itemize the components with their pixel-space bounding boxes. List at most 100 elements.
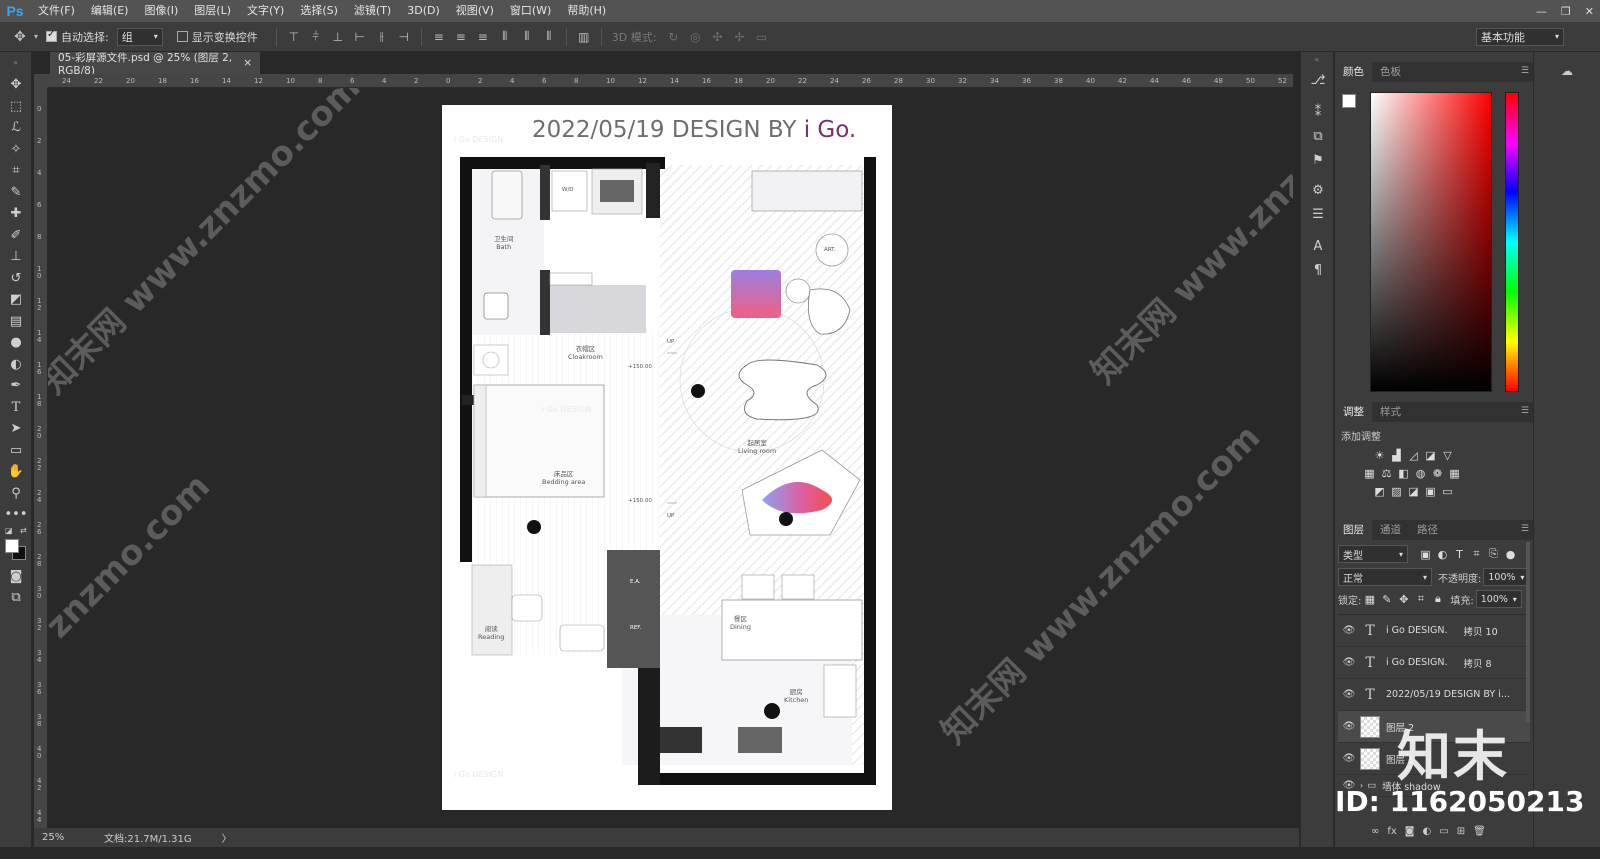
layer-row-group[interactable]: 👁︎ › ▭ 墙体 shadow: [1338, 775, 1530, 797]
move-tool-icon[interactable]: ✥: [6, 29, 34, 45]
filter-pixel-icon[interactable]: ▣: [1418, 548, 1433, 561]
slide-3d-icon[interactable]: ✢: [728, 30, 750, 44]
paragraph-panel-icon[interactable]: ¶: [1301, 258, 1335, 282]
layer-row[interactable]: 👁︎ T i Go DESIGN. 拷贝 8: [1338, 647, 1530, 679]
marquee-tool-icon[interactable]: ⬚: [0, 96, 32, 118]
visibility-eye-icon[interactable]: 👁︎: [1338, 689, 1360, 700]
history-brush-icon[interactable]: ↺: [0, 268, 32, 290]
more-tools-icon[interactable]: •••: [0, 504, 32, 526]
exposure-icon[interactable]: ◪: [1423, 449, 1438, 462]
menu-window[interactable]: 窗口(W): [502, 0, 559, 22]
lock-artboard-icon[interactable]: ⌗: [1413, 592, 1428, 606]
workspace-dropdown[interactable]: 基本功能 ▾: [1476, 27, 1564, 46]
chevron-right-icon[interactable]: ›: [1360, 781, 1363, 790]
layer-filter-dropdown[interactable]: 类型 ▾: [1338, 545, 1408, 563]
crop-tool-icon[interactable]: ⌗: [0, 160, 32, 182]
menu-select[interactable]: 选择(S): [292, 0, 346, 22]
visibility-eye-icon[interactable]: 👁︎: [1338, 753, 1360, 764]
eyedropper-icon[interactable]: ✎: [0, 182, 32, 204]
stamp-tool-icon[interactable]: ⊥: [0, 246, 32, 268]
zoom-level[interactable]: 25%: [34, 832, 94, 843]
tab-color[interactable]: 颜色: [1335, 62, 1372, 82]
magic-wand-icon[interactable]: ✧: [0, 139, 32, 161]
show-transform-checkbox[interactable]: [176, 31, 188, 42]
delete-layer-icon[interactable]: 🗑︎: [1473, 826, 1486, 837]
roll-3d-icon[interactable]: ◎: [684, 30, 706, 44]
auto-select-dropdown[interactable]: 组 ▾: [116, 27, 163, 46]
status-arrow-icon[interactable]: 〉: [222, 830, 232, 845]
type-tool-icon[interactable]: T: [0, 397, 32, 419]
color-lookup-icon[interactable]: ▦: [1447, 467, 1462, 480]
panel-menu-icon[interactable]: ☰: [1521, 66, 1529, 76]
layer-row[interactable]: 👁︎ T 2022/05/19 DESIGN BY i...: [1338, 679, 1530, 711]
menu-layer[interactable]: 图层(L): [186, 0, 239, 22]
layer-row-selected[interactable]: 👁︎ 图层 2: [1338, 711, 1530, 743]
history-panel-icon[interactable]: ⎇: [1301, 68, 1335, 92]
filter-toggle-icon[interactable]: ●: [1503, 548, 1518, 561]
filter-adjust-icon[interactable]: ◐: [1435, 548, 1450, 561]
actions-panel-icon[interactable]: ⚑: [1301, 148, 1335, 172]
dodge-tool-icon[interactable]: ◐: [0, 354, 32, 376]
opacity-input[interactable]: 100% ▾: [1483, 568, 1530, 586]
tab-layers[interactable]: 图层: [1335, 520, 1372, 540]
close-button[interactable]: ✕: [1585, 5, 1594, 18]
align-left-icon[interactable]: ⊢: [349, 30, 371, 44]
distribute-bottom-icon[interactable]: ≡: [472, 30, 494, 44]
posterize-icon[interactable]: ▨: [1389, 485, 1404, 498]
default-colors-icon[interactable]: ◪: [5, 526, 13, 535]
canvas-area[interactable]: 2022/05/19 DESIGN BY i Go. 卫生间 Bath 衣帽区 Cl…: [48, 88, 1293, 828]
align-bottom-icon[interactable]: ⊥: [327, 30, 349, 44]
foreground-color-swatch[interactable]: [5, 538, 19, 553]
lock-all-icon[interactable]: 🔒︎: [1430, 592, 1445, 606]
vibrance-icon[interactable]: ▽: [1440, 449, 1455, 462]
filter-shape-icon[interactable]: ⌗: [1469, 547, 1484, 561]
color-balance-icon[interactable]: ⚖: [1379, 467, 1394, 480]
link-layers-icon[interactable]: ∞: [1371, 826, 1379, 837]
fill-input[interactable]: 100% ▾: [1475, 590, 1522, 608]
curves-icon[interactable]: ◿: [1406, 449, 1421, 462]
filter-smart-icon[interactable]: ⎘: [1486, 547, 1501, 561]
menu-type[interactable]: 文字(Y): [239, 0, 292, 22]
add-mask-icon[interactable]: ◙: [1405, 826, 1415, 837]
eraser-tool-icon[interactable]: ◩: [0, 289, 32, 311]
toolbox-collapse-icon[interactable]: »: [0, 52, 31, 74]
threshold-icon[interactable]: ◪: [1406, 485, 1421, 498]
restore-button[interactable]: ❐: [1561, 5, 1571, 18]
pan-3d-icon[interactable]: ✣: [706, 30, 728, 44]
lasso-tool-icon[interactable]: ℒ: [0, 117, 32, 139]
horizontal-ruler[interactable]: 24 22 20 18 16 14 12 10 8 6 4 2 0 2 4 6 8 10 12 14 16 18 20 22 2…: [48, 74, 1293, 88]
lock-pixels-icon[interactable]: ✎: [1379, 593, 1394, 606]
levels-icon[interactable]: ▟: [1389, 449, 1404, 462]
minimize-button[interactable]: —: [1536, 5, 1547, 18]
new-group-icon[interactable]: ▭: [1439, 826, 1448, 837]
panel-menu-icon[interactable]: ☰: [1521, 406, 1529, 416]
selective-color-icon[interactable]: ▣: [1423, 485, 1438, 498]
lock-transparent-icon[interactable]: ▦: [1362, 593, 1377, 606]
distribute-right-icon[interactable]: ⦀: [538, 29, 560, 44]
tab-swatches[interactable]: 色板: [1372, 62, 1409, 82]
blur-tool-icon[interactable]: ●: [0, 332, 32, 354]
menu-edit[interactable]: 编辑(E): [83, 0, 137, 22]
menu-file[interactable]: 文件(F): [30, 0, 83, 22]
distribute-left-icon[interactable]: ⦀: [494, 29, 516, 44]
hand-tool-icon[interactable]: ✋: [0, 461, 32, 483]
adjust-sliders-icon[interactable]: ☰: [1301, 202, 1335, 226]
healing-brush-icon[interactable]: ✚: [0, 203, 32, 225]
align-vcenter-icon[interactable]: ⫩: [305, 29, 327, 44]
lock-position-icon[interactable]: ✥: [1396, 593, 1411, 606]
strip-collapse-icon[interactable]: «: [1301, 52, 1333, 68]
panel-menu-icon[interactable]: ☰: [1521, 524, 1529, 534]
properties-panel-icon[interactable]: ⚙: [1301, 178, 1335, 202]
auto-align-icon[interactable]: ▥: [573, 30, 595, 44]
channel-mixer-icon[interactable]: ❁: [1430, 467, 1445, 480]
chevron-down-icon[interactable]: ▾: [34, 32, 38, 41]
visibility-eye-icon[interactable]: 👁︎: [1338, 721, 1360, 732]
layer-row[interactable]: 👁︎ 图层 1: [1338, 743, 1530, 775]
color-field[interactable]: [1370, 92, 1492, 392]
tab-channels[interactable]: 通道: [1372, 520, 1409, 540]
tab-paths[interactable]: 路径: [1409, 520, 1446, 540]
document-tab[interactable]: 05-彩屏源文件.psd @ 25% (图层 2, RGB/8) ×: [50, 52, 260, 77]
ps-logo[interactable]: Ps: [0, 0, 30, 22]
align-hcenter-icon[interactable]: ⫲: [371, 29, 393, 44]
fx-icon[interactable]: fx: [1387, 826, 1396, 837]
